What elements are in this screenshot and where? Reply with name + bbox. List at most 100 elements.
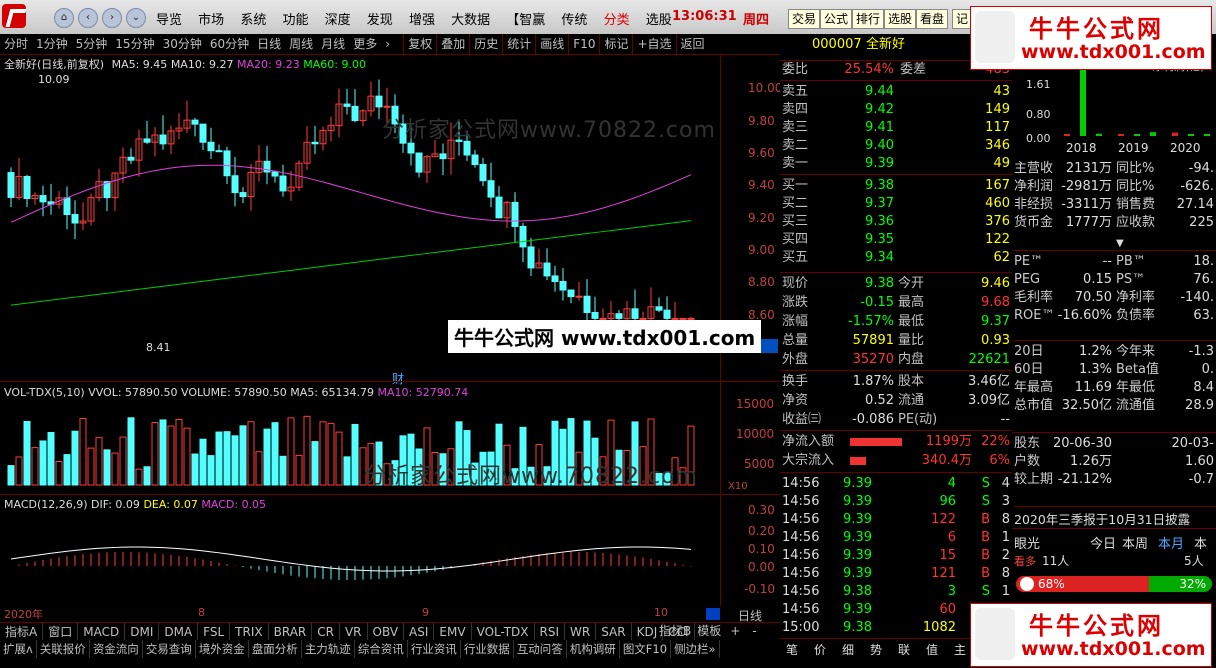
- note-button[interactable]: 记: [952, 9, 973, 29]
- sell-row[interactable]: 卖一 9.39 49: [780, 155, 1012, 173]
- buy-row[interactable]: 买四 9.35 122: [780, 231, 1012, 249]
- indicator-tab[interactable]: 指标A: [0, 623, 44, 641]
- home-icon[interactable]: ⌂: [54, 8, 74, 28]
- period-tab[interactable]: 月线: [317, 34, 349, 54]
- indicator-tab[interactable]: OBV: [368, 623, 405, 641]
- tool-button[interactable]: 复权: [403, 34, 436, 54]
- function-tab[interactable]: 资金流向: [90, 640, 143, 658]
- zoom-out-button[interactable]: -: [746, 622, 762, 640]
- function-tab[interactable]: 侧边栏»: [671, 640, 720, 658]
- period-tab[interactable]: 15分钟: [111, 34, 158, 54]
- eye-tab-today[interactable]: 今日: [1090, 533, 1116, 552]
- tool-button[interactable]: 统计: [502, 34, 535, 54]
- indicator-tab[interactable]: RSI: [535, 623, 566, 641]
- tool-button[interactable]: 叠加: [436, 34, 469, 54]
- tab-value[interactable]: 值: [926, 641, 938, 658]
- menu-item[interactable]: 传统: [561, 13, 587, 28]
- indicator-tab[interactable]: CR: [312, 623, 340, 641]
- sell-row[interactable]: 卖三 9.41 117: [780, 119, 1012, 137]
- buy-row[interactable]: 买五 9.34 62: [780, 249, 1012, 267]
- expand-arrow-icon[interactable]: ▼: [1116, 238, 1124, 249]
- menu-item[interactable]: 市场: [198, 13, 224, 28]
- indicator-tab[interactable]: WR: [565, 623, 597, 641]
- formula-button[interactable]: 公式: [820, 9, 853, 29]
- tab-main[interactable]: 主: [954, 641, 966, 658]
- period-tab[interactable]: 5分钟: [72, 34, 112, 54]
- function-tab[interactable]: 扩展ʌ: [0, 640, 37, 658]
- function-tab[interactable]: 行业数据: [461, 640, 514, 658]
- buy-row[interactable]: 买三 9.36 376: [780, 213, 1012, 231]
- tab-detail[interactable]: 细: [842, 641, 854, 658]
- buy-row[interactable]: 买一 9.38 167: [780, 177, 1012, 195]
- period-tab[interactable]: 60分钟: [206, 34, 253, 54]
- back-icon[interactable]: ‹: [78, 8, 98, 28]
- watch-button[interactable]: 看盘: [916, 9, 949, 29]
- indicator-tab[interactable]: TRIX: [230, 623, 269, 641]
- forward-icon[interactable]: ›: [102, 8, 122, 28]
- eye-tab-more[interactable]: 本: [1194, 533, 1207, 552]
- tool-button[interactable]: 标记: [599, 34, 632, 54]
- tool-button[interactable]: 历史: [469, 34, 502, 54]
- indicator-tab[interactable]: ASI: [404, 623, 435, 641]
- indicator-tab[interactable]: DMA: [159, 623, 199, 641]
- menu-item-selected[interactable]: 分类: [604, 13, 630, 28]
- function-tab[interactable]: 境外资金: [196, 640, 249, 658]
- flow-row[interactable]: 大宗流入 340.4万 6%: [780, 452, 1012, 470]
- function-tab[interactable]: 综合资讯: [355, 640, 408, 658]
- period-tab[interactable]: 日线: [253, 34, 285, 54]
- thumb-up-icon[interactable]: [1020, 577, 1034, 591]
- more-tab[interactable]: 更多: [349, 34, 381, 54]
- menu-item[interactable]: 功能: [282, 13, 308, 28]
- period-tab[interactable]: 1分钟: [32, 34, 72, 54]
- indicator-tab[interactable]: VOL-TDX: [472, 623, 535, 641]
- function-tab[interactable]: 机构调研: [567, 640, 620, 658]
- zoom-in-button[interactable]: +: [724, 622, 746, 640]
- indicator-tab[interactable]: VR: [340, 623, 368, 641]
- period-tab[interactable]: 周线: [285, 34, 317, 54]
- period-tab[interactable]: 分时: [0, 34, 32, 54]
- function-tab[interactable]: 交易查询: [143, 640, 196, 658]
- function-tab[interactable]: 行业资讯: [408, 640, 461, 658]
- menu-item[interactable]: 导览: [156, 13, 182, 28]
- menu-item[interactable]: 【智赢: [506, 13, 545, 28]
- indicator-tab[interactable]: DMI: [125, 623, 160, 641]
- scroll-left-button[interactable]: [706, 608, 720, 620]
- app-logo-icon[interactable]: [2, 4, 26, 28]
- indicator-tab[interactable]: FSL: [198, 623, 231, 641]
- function-tab[interactable]: 关联报价: [37, 640, 90, 658]
- function-tab[interactable]: 主力轨迹: [302, 640, 355, 658]
- eye-tab-week[interactable]: 本周: [1122, 533, 1148, 552]
- more-arrow-icon[interactable]: ›: [381, 34, 403, 54]
- pick-button[interactable]: 选股: [884, 9, 917, 29]
- tab-trend[interactable]: 势: [870, 641, 882, 658]
- tool-button[interactable]: 返回: [675, 34, 709, 54]
- sell-row[interactable]: 卖二 9.40 346: [780, 137, 1012, 155]
- function-tab[interactable]: 图文F10: [620, 640, 672, 658]
- trade-button[interactable]: 交易: [788, 9, 821, 29]
- indicator-tab[interactable]: BRAR: [269, 623, 313, 641]
- sell-row[interactable]: 卖五 9.44 43: [780, 83, 1012, 101]
- template-tab[interactable]: 模板: [694, 622, 724, 640]
- flow-row[interactable]: 净流入额 1199万 22%: [780, 433, 1012, 451]
- menu-item[interactable]: 系统: [240, 13, 266, 28]
- buy-row[interactable]: 买二 9.37 460: [780, 195, 1012, 213]
- menu-item[interactable]: 大数据: [451, 13, 490, 28]
- sell-row[interactable]: 卖四 9.42 149: [780, 101, 1012, 119]
- tool-button[interactable]: +自选: [632, 34, 675, 54]
- eye-tab-month[interactable]: 本月: [1158, 533, 1184, 552]
- menu-item[interactable]: 深度: [325, 13, 351, 28]
- function-tab[interactable]: 互动问答: [514, 640, 567, 658]
- menu-item[interactable]: 发现: [367, 13, 393, 28]
- indicator-tab[interactable]: EMV: [434, 623, 472, 641]
- tool-button[interactable]: 画线: [535, 34, 568, 54]
- function-tab[interactable]: 盘面分析: [249, 640, 302, 658]
- down-icon[interactable]: ⌄: [126, 8, 146, 28]
- period-tab[interactable]: 30分钟: [159, 34, 206, 54]
- indicator-tab[interactable]: 窗口: [43, 623, 79, 641]
- menu-item[interactable]: 选股: [646, 13, 672, 28]
- tab-price[interactable]: 价: [814, 641, 826, 658]
- tab-trades[interactable]: 笔: [786, 641, 798, 658]
- indicator-tab[interactable]: MACD: [78, 623, 126, 641]
- rank-button[interactable]: 排行: [852, 9, 885, 29]
- indicator-tab[interactable]: SAR: [596, 623, 632, 641]
